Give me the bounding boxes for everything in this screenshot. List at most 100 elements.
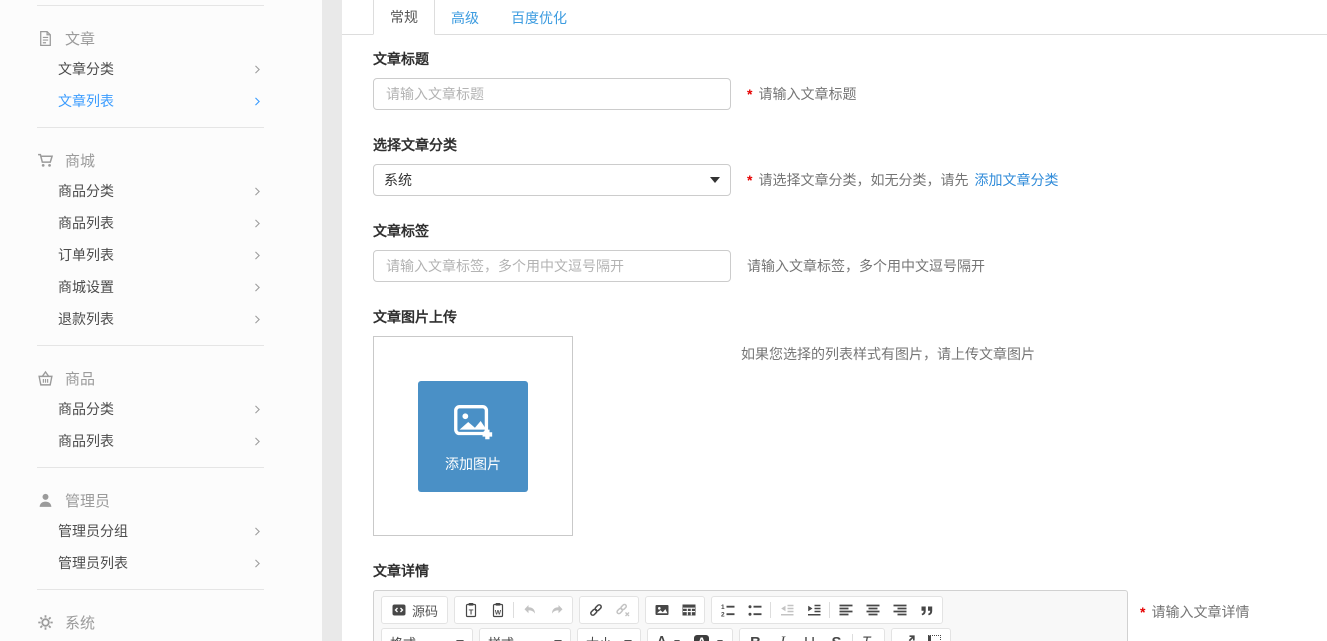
format-dropdown[interactable]: 格式 <box>381 628 473 641</box>
size-dropdown-label: 大小 <box>586 633 612 641</box>
sidebar-item-admin-group[interactable]: 管理员分组 <box>37 515 264 547</box>
sidebar-item-label: 商品分类 <box>58 399 114 419</box>
image-upload-dropzone[interactable]: 添加图片 <box>373 336 573 536</box>
category-select-value: 系统 <box>384 170 412 190</box>
sidebar-divider <box>322 0 342 641</box>
table-button[interactable] <box>675 598 702 622</box>
add-image-icon <box>450 399 496 445</box>
main-panel: 常规 高级 百度优化 文章标题 * 请输入文章标题 选择文章分类 系统 <box>342 0 1327 641</box>
text-color-button[interactable]: A <box>650 630 687 641</box>
sidebar-header-mall: 商城 <box>37 145 264 175</box>
add-category-link[interactable]: 添加文章分类 <box>974 170 1058 190</box>
article-title-input[interactable] <box>373 78 731 110</box>
article-image-label: 文章图片上传 <box>373 307 1327 327</box>
sidebar: 文章 文章分类 文章列表 商城 商品分类 商品列表 订单列表 <box>0 0 322 641</box>
sidebar-item-article-category[interactable]: 文章分类 <box>37 53 264 85</box>
redo-button[interactable] <box>543 598 570 622</box>
sidebar-header-article: 文章 <box>37 23 264 53</box>
text-color-icon: A <box>657 635 666 641</box>
bold-button[interactable]: B <box>742 630 769 641</box>
source-button[interactable]: 源码 <box>384 598 445 622</box>
link-button[interactable] <box>582 598 609 622</box>
size-dropdown[interactable]: 大小 <box>577 628 641 641</box>
sidebar-header-label: 管理员 <box>65 490 110 511</box>
article-form: 文章标题 * 请输入文章标题 选择文章分类 系统 * 请选择文章分类，如无分类，… <box>342 35 1327 641</box>
strikethrough-button[interactable]: S <box>823 630 850 641</box>
remove-format-icon: Tx <box>862 633 875 641</box>
article-title-hint: * 请输入文章标题 <box>747 84 856 104</box>
outdent-button[interactable] <box>773 598 800 622</box>
editor-toolbar-row2: 格式 样式 大小 A <box>381 628 1120 641</box>
field-article-title: 文章标题 * 请输入文章标题 <box>373 49 1327 110</box>
sidebar-item-goods-category[interactable]: 商品分类 <box>37 393 264 425</box>
category-select[interactable]: 系统 <box>373 164 731 196</box>
blockquote-button[interactable] <box>913 598 940 622</box>
sidebar-item-product-list[interactable]: 商品列表 <box>37 207 264 239</box>
hint-text: 如果您选择的列表样式有图片，请上传文章图片 <box>741 344 1035 364</box>
svg-text:1: 1 <box>721 604 725 611</box>
tab-label: 百度优化 <box>511 8 567 28</box>
bulleted-list-button[interactable] <box>741 598 768 622</box>
show-blocks-icon <box>928 635 941 641</box>
unlink-button[interactable] <box>609 598 636 622</box>
article-tags-input[interactable] <box>373 250 731 282</box>
article-category-hint: * 请选择文章分类，如无分类，请先 添加文章分类 <box>747 170 1058 190</box>
background-color-button[interactable]: A <box>687 630 730 641</box>
sidebar-item-basic-info[interactable]: 基本信息 <box>37 637 264 641</box>
source-icon <box>391 602 407 618</box>
article-image-hint: 如果您选择的列表样式有图片，请上传文章图片 <box>741 344 1035 364</box>
article-detail-label: 文章详情 <box>373 561 1327 581</box>
rich-text-editor: 源码 T W <box>373 590 1128 641</box>
article-tags-label: 文章标签 <box>373 221 1327 241</box>
sidebar-header-label: 商品 <box>65 368 95 389</box>
sidebar-item-order-list[interactable]: 订单列表 <box>37 239 264 271</box>
toolbar-separator <box>513 602 514 618</box>
sidebar-item-mall-settings[interactable]: 商城设置 <box>37 271 264 303</box>
tab-baidu-seo[interactable]: 百度优化 <box>495 0 583 35</box>
chevron-right-icon <box>251 403 264 416</box>
editor-toolbar-row1: 源码 T W <box>381 596 1120 624</box>
chevron-right-icon <box>251 435 264 448</box>
sidebar-item-label: 管理员列表 <box>58 553 128 573</box>
strikethrough-icon: S <box>832 634 842 641</box>
field-article-category: 选择文章分类 系统 * 请选择文章分类，如无分类，请先 添加文章分类 <box>373 135 1327 196</box>
paste-text-button[interactable]: T <box>457 598 484 622</box>
paste-word-button[interactable]: W <box>484 598 511 622</box>
align-left-button[interactable] <box>832 598 859 622</box>
image-button[interactable] <box>648 598 675 622</box>
add-image-button[interactable]: 添加图片 <box>418 381 528 492</box>
bold-icon: B <box>750 634 761 641</box>
mall-cart-icon <box>37 152 54 169</box>
article-icon <box>37 30 54 47</box>
select-caret-icon <box>710 177 720 183</box>
sidebar-item-label: 订单列表 <box>58 245 114 265</box>
tab-label: 常规 <box>390 7 418 27</box>
align-center-button[interactable] <box>859 598 886 622</box>
chevron-right-icon <box>251 557 264 570</box>
sidebar-item-product-category[interactable]: 商品分类 <box>37 175 264 207</box>
sidebar-item-goods-list[interactable]: 商品列表 <box>37 425 264 457</box>
svg-text:T: T <box>468 608 473 617</box>
hint-text: 请输入文章标题 <box>758 84 856 104</box>
sidebar-item-admin-list[interactable]: 管理员列表 <box>37 547 264 579</box>
sidebar-section-goods: 商品 商品分类 商品列表 <box>37 345 264 467</box>
tab-general[interactable]: 常规 <box>373 0 435 35</box>
remove-format-button[interactable]: Tx <box>855 630 882 641</box>
numbered-list-button[interactable]: 12 <box>714 598 741 622</box>
underline-icon: U <box>804 634 815 641</box>
show-blocks-button[interactable] <box>921 630 948 641</box>
hint-text: 请输入文章标签，多个用中文逗号隔开 <box>747 256 985 276</box>
sidebar-item-article-list[interactable]: 文章列表 <box>37 85 264 117</box>
italic-button[interactable]: I <box>769 630 796 641</box>
maximize-button[interactable] <box>894 630 921 641</box>
indent-button[interactable] <box>800 598 827 622</box>
sidebar-section-admin: 管理员 管理员分组 管理员列表 <box>37 467 264 589</box>
undo-button[interactable] <box>516 598 543 622</box>
sidebar-item-refund-list[interactable]: 退款列表 <box>37 303 264 335</box>
chevron-right-icon <box>251 281 264 294</box>
underline-button[interactable]: U <box>796 630 823 641</box>
tab-advanced[interactable]: 高级 <box>435 0 495 35</box>
styles-dropdown[interactable]: 样式 <box>479 628 571 641</box>
tab-bar: 常规 高级 百度优化 <box>342 0 1327 35</box>
align-right-button[interactable] <box>886 598 913 622</box>
